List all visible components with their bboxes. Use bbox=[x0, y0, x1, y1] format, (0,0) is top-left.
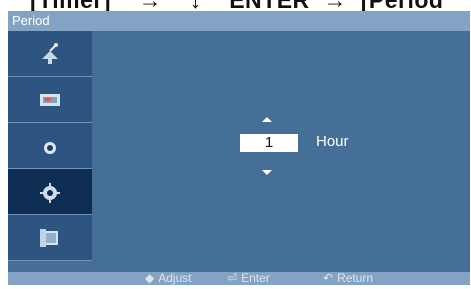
picture-icon bbox=[40, 94, 60, 106]
period-setting-panel: 1 Hour bbox=[92, 31, 470, 272]
title-bar: Period bbox=[8, 11, 470, 31]
hint-adjust: ◆ Adjust bbox=[145, 272, 192, 285]
satellite-dish-icon bbox=[42, 43, 58, 64]
sidebar-item-sound[interactable] bbox=[8, 123, 92, 169]
return-icon: ↶ bbox=[323, 271, 334, 285]
period-value-field[interactable]: 1 bbox=[240, 134, 298, 152]
setup-gear-icon bbox=[40, 183, 60, 203]
sidebar-item-picture[interactable] bbox=[8, 77, 92, 123]
period-unit-label: Hour bbox=[316, 133, 349, 150]
multi-control-icon bbox=[40, 229, 58, 247]
hint-return: ↶ Return bbox=[323, 272, 373, 285]
page-title: Period bbox=[12, 13, 50, 28]
sidebar-item-setup[interactable] bbox=[8, 169, 92, 215]
sidebar-menu bbox=[8, 31, 92, 272]
sound-icon bbox=[44, 142, 56, 154]
hint-adjust-label: Adjust bbox=[158, 271, 192, 285]
enter-icon: ⏎ bbox=[227, 271, 238, 285]
increase-arrow-icon[interactable] bbox=[262, 117, 272, 122]
osd-window: Period 1 Hour ◆ Adjust ⏎ Enter ↶ Return bbox=[8, 11, 470, 285]
hint-return-label: Return bbox=[337, 271, 374, 285]
hint-enter-label: Enter bbox=[241, 271, 270, 285]
up-down-arrow-icon: ◆ bbox=[145, 271, 155, 285]
hint-bar: ◆ Adjust ⏎ Enter ↶ Return bbox=[8, 272, 470, 285]
hint-enter: ⏎ Enter bbox=[227, 272, 270, 285]
sidebar-item-multi-control[interactable] bbox=[8, 215, 92, 261]
sidebar-item-input[interactable] bbox=[8, 31, 92, 77]
decrease-arrow-icon[interactable] bbox=[262, 170, 272, 175]
